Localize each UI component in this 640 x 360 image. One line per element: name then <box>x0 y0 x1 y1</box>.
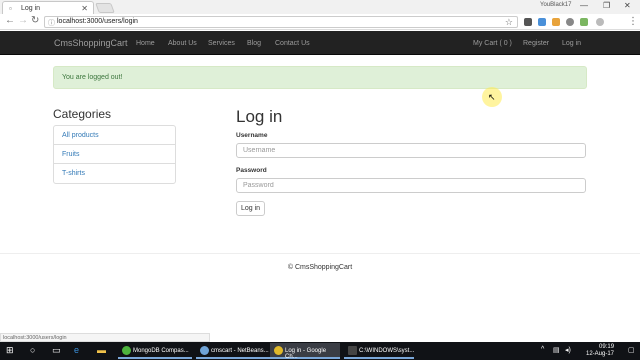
minimize-icon[interactable]: — <box>580 1 588 10</box>
mouse-pointer-icon: ↖ <box>488 92 496 102</box>
extension-icon[interactable] <box>596 18 604 26</box>
browser-tab-strip: ▫ Log in ✕ YouBlack17 — ❐ ✕ <box>0 0 640 14</box>
clock-date: 12-Aug-17 <box>586 351 615 357</box>
nav-services[interactable]: Services <box>208 40 235 47</box>
close-window-icon[interactable]: ✕ <box>624 1 631 10</box>
notifications-icon[interactable]: ▢ <box>628 346 635 354</box>
edge-icon[interactable]: e <box>74 345 79 355</box>
task-label: MongoDB Compas... <box>133 348 189 354</box>
netbeans-icon <box>200 346 209 355</box>
taskbar-task-cmd[interactable]: C:\WINDOWS\syst... <box>344 343 414 359</box>
menu-icon[interactable]: ⋮ <box>628 16 638 27</box>
password-label: Password <box>236 167 267 174</box>
nav-home[interactable]: Home <box>136 40 155 47</box>
taskbar-task-netbeans[interactable]: cmscart - NetBeans... <box>196 343 270 359</box>
footer-divider <box>0 253 640 254</box>
volume-icon[interactable]: ◂) <box>565 346 571 354</box>
task-label: Log in - Google Ch... <box>285 348 327 360</box>
file-explorer-icon[interactable]: ▬ <box>97 345 106 355</box>
success-alert: You are logged out! <box>53 66 587 89</box>
chrome-icon <box>274 346 283 355</box>
extension-icon[interactable] <box>552 18 560 26</box>
footer-text: © CmsShoppingCart <box>287 264 353 271</box>
extension-icon[interactable] <box>538 18 546 26</box>
categories-heading: Categories <box>53 107 112 121</box>
page-title: Log in <box>236 107 283 126</box>
page-icon: ▫ <box>9 4 12 13</box>
address-bar-row: ← → ↻ ⓘ localhost:3000/users/login ☆ ⋮ <box>0 14 640 30</box>
search-icon[interactable]: ○ <box>30 345 35 355</box>
maximize-icon[interactable]: ❐ <box>603 1 610 10</box>
info-icon[interactable]: ⓘ <box>48 18 55 28</box>
windows-start-icon[interactable]: ⊞ <box>6 345 14 356</box>
task-label: cmscart - NetBeans... <box>211 348 269 354</box>
category-t-shirts[interactable]: T-shirts <box>54 164 175 183</box>
reload-icon[interactable]: ↻ <box>31 15 39 26</box>
windows-taskbar: ⊞ ○ ▭ e ▬ MongoDB Compas... cmscart - Ne… <box>0 342 640 360</box>
task-label: C:\WINDOWS\syst... <box>359 348 415 354</box>
username-input[interactable] <box>236 143 586 158</box>
tray-chevron-icon[interactable]: ^ <box>541 346 544 353</box>
forward-icon[interactable]: → <box>18 15 28 26</box>
status-url: localhost:3000/users/login <box>0 333 210 342</box>
extension-icon[interactable] <box>524 18 532 26</box>
new-tab-button[interactable] <box>95 3 115 13</box>
category-all-products[interactable]: All products <box>54 126 175 145</box>
categories-list: All products Fruits T-shirts <box>53 125 176 184</box>
login-submit-button[interactable]: Log in <box>236 201 265 216</box>
tab-login[interactable]: ▫ Log in ✕ <box>2 1 94 14</box>
cmd-icon <box>348 346 357 355</box>
site-navbar: CmsShoppingCart Home About Us Services B… <box>0 31 640 55</box>
bookmark-star-icon[interactable]: ☆ <box>505 17 513 28</box>
nav-contact-us[interactable]: Contact Us <box>275 40 310 47</box>
profile-name[interactable]: YouBlack17 <box>540 2 571 8</box>
url-text: localhost:3000/users/login <box>57 18 138 25</box>
nav-blog[interactable]: Blog <box>247 40 261 47</box>
taskbar-task-chrome[interactable]: Log in - Google Ch... <box>270 343 340 360</box>
url-field[interactable]: ⓘ localhost:3000/users/login ☆ <box>44 16 518 28</box>
extension-icon[interactable] <box>580 18 588 26</box>
navbar-brand[interactable]: CmsShoppingCart <box>54 38 128 48</box>
tab-title: Log in <box>21 5 41 12</box>
nav-login[interactable]: Log in <box>562 40 581 47</box>
username-label: Username <box>236 132 268 139</box>
nav-about-us[interactable]: About Us <box>168 40 197 47</box>
nav-cart[interactable]: My Cart ( 0 ) <box>473 40 512 47</box>
clock-time: 09:19 <box>599 344 615 350</box>
nav-register[interactable]: Register <box>523 40 549 47</box>
extension-icon[interactable] <box>566 18 574 26</box>
task-view-icon[interactable]: ▭ <box>52 345 61 356</box>
taskbar-task-mongodb[interactable]: MongoDB Compas... <box>118 343 192 359</box>
mongodb-icon <box>122 346 131 355</box>
back-icon[interactable]: ← <box>5 15 15 26</box>
network-icon[interactable]: ▤ <box>553 346 560 354</box>
password-input[interactable] <box>236 178 586 193</box>
close-tab-icon[interactable]: ✕ <box>81 4 88 13</box>
category-fruits[interactable]: Fruits <box>54 145 175 164</box>
system-clock[interactable]: 09:19 12-Aug-17 <box>586 344 614 358</box>
alert-message: You are logged out! <box>62 74 123 81</box>
